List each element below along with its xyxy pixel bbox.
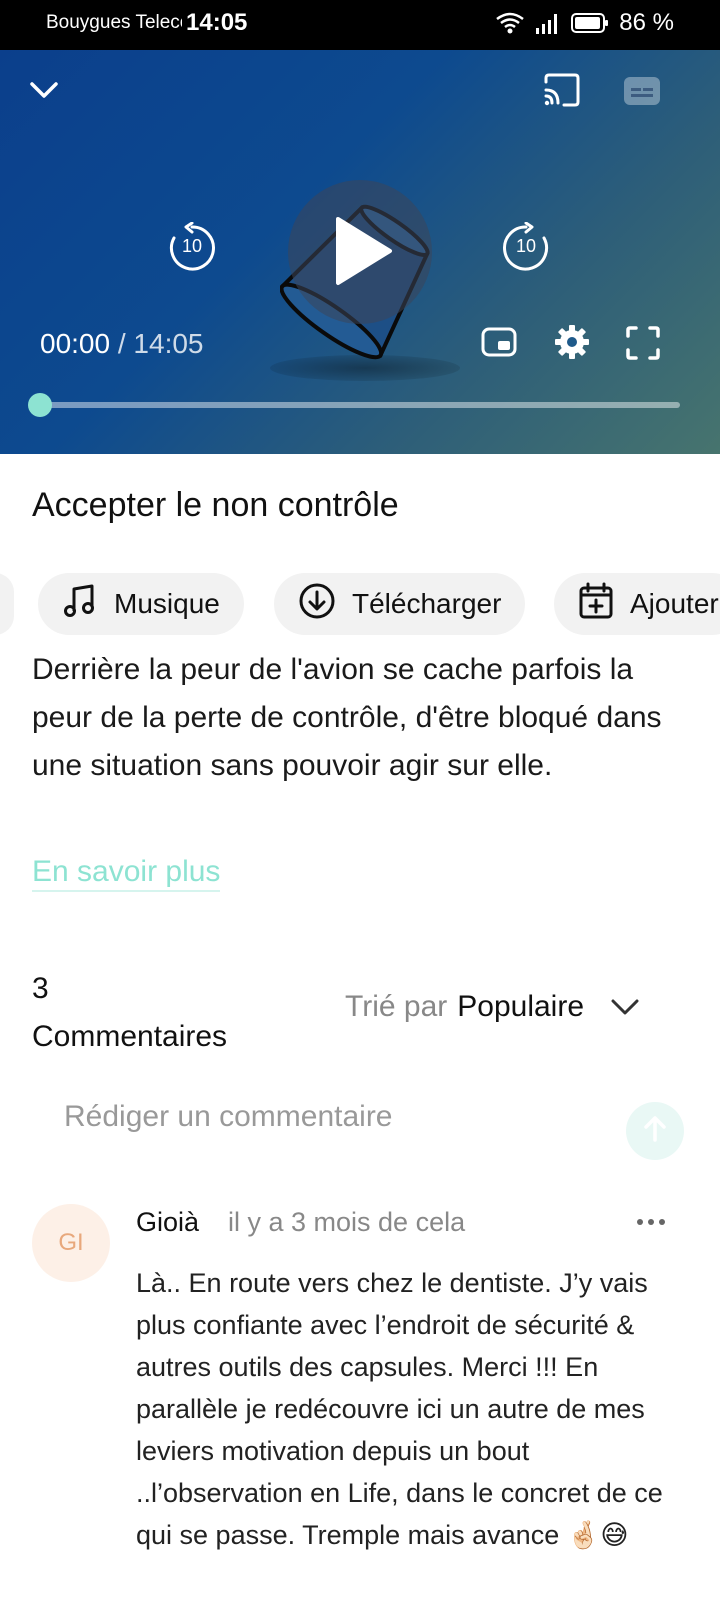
add-to-calendar-label: Ajouter [630, 588, 719, 619]
add-to-calendar-button[interactable]: Ajouter [554, 573, 720, 635]
collapse-button[interactable] [26, 74, 62, 110]
sort-value: Populaire [457, 990, 585, 1023]
progress-track[interactable] [40, 402, 680, 408]
rewind-seconds: 10 [181, 236, 203, 256]
action-chips: Musique Télécharger Ajouter [0, 573, 720, 635]
send-comment-button[interactable] [626, 1102, 684, 1160]
music-note-icon [62, 583, 114, 626]
settings-button[interactable] [552, 324, 592, 364]
rewind-button[interactable]: 10 [166, 221, 218, 274]
progress-knob[interactable] [28, 393, 52, 417]
cast-icon [542, 72, 582, 113]
download-icon [298, 582, 352, 627]
status-clock: 14:05 [186, 9, 248, 36]
play-icon [334, 216, 394, 291]
comments-count: 3 Commentaires [32, 965, 227, 1061]
read-more-link[interactable]: En savoir plus [32, 854, 221, 892]
wifi-icon [495, 11, 525, 35]
forward-button[interactable]: 10 [500, 221, 552, 274]
music-button[interactable]: Musique [38, 573, 244, 635]
total-duration: 14:05 [133, 328, 204, 359]
download-button[interactable]: Télécharger [274, 573, 526, 635]
picture-in-picture-icon [481, 327, 517, 362]
current-time: 00:00 [40, 328, 111, 359]
signal-icon [535, 12, 561, 34]
fullscreen-icon [625, 325, 661, 366]
calendar-add-icon [578, 582, 630, 627]
comment-author[interactable]: Gioià [136, 1207, 199, 1238]
episode-title: Accepter le non contrôle [32, 486, 399, 524]
chevron-down-icon [29, 81, 59, 104]
sort-dropdown[interactable]: Trié par Populaire [345, 990, 640, 1024]
gear-icon [554, 324, 590, 365]
download-label: Télécharger [352, 588, 502, 619]
rewind-10-icon: 10 [166, 221, 218, 274]
picture-in-picture-button[interactable] [480, 326, 518, 362]
music-label: Musique [114, 588, 220, 619]
forward-10-icon: 10 [500, 221, 552, 274]
fullscreen-button[interactable] [624, 325, 662, 366]
arrow-up-icon [642, 1115, 668, 1148]
chip-previous[interactable] [0, 573, 14, 635]
forward-seconds: 10 [515, 236, 537, 256]
subtitles-button[interactable] [622, 76, 662, 110]
comment-input[interactable]: Rédiger un commentaire [64, 1100, 393, 1134]
battery-icon [571, 12, 609, 34]
avatar[interactable]: GI [32, 1204, 110, 1282]
comment-date: il y a 3 mois de cela [228, 1207, 466, 1237]
comment-text: Là.. En route vers chez le dentiste. J’y… [136, 1268, 663, 1550]
subtitles-icon [623, 76, 661, 111]
comment-menu-button[interactable] [636, 1214, 666, 1232]
playback-time: 00:00 / 14:05 [40, 328, 204, 360]
chevron-down-icon [584, 990, 640, 1024]
cast-button[interactable] [540, 72, 584, 112]
time-separator: / [110, 328, 134, 359]
comments-label: Commentaires [32, 1020, 228, 1053]
audio-player: 10 10 00:00 / 14:05 [0, 50, 720, 454]
comments-number: 3 [32, 972, 49, 1005]
status-bar: Bouygues Telecom 14:05 [0, 0, 720, 50]
more-horizontal-icon [636, 1214, 666, 1231]
episode-description: Derrière la peur de l'avion se cache par… [32, 653, 662, 782]
play-button[interactable] [288, 180, 432, 324]
sort-prefix: Trié par [345, 990, 448, 1023]
carrier-name: Bouygues Telecom [46, 12, 182, 33]
battery-level: 86 % [619, 9, 674, 36]
